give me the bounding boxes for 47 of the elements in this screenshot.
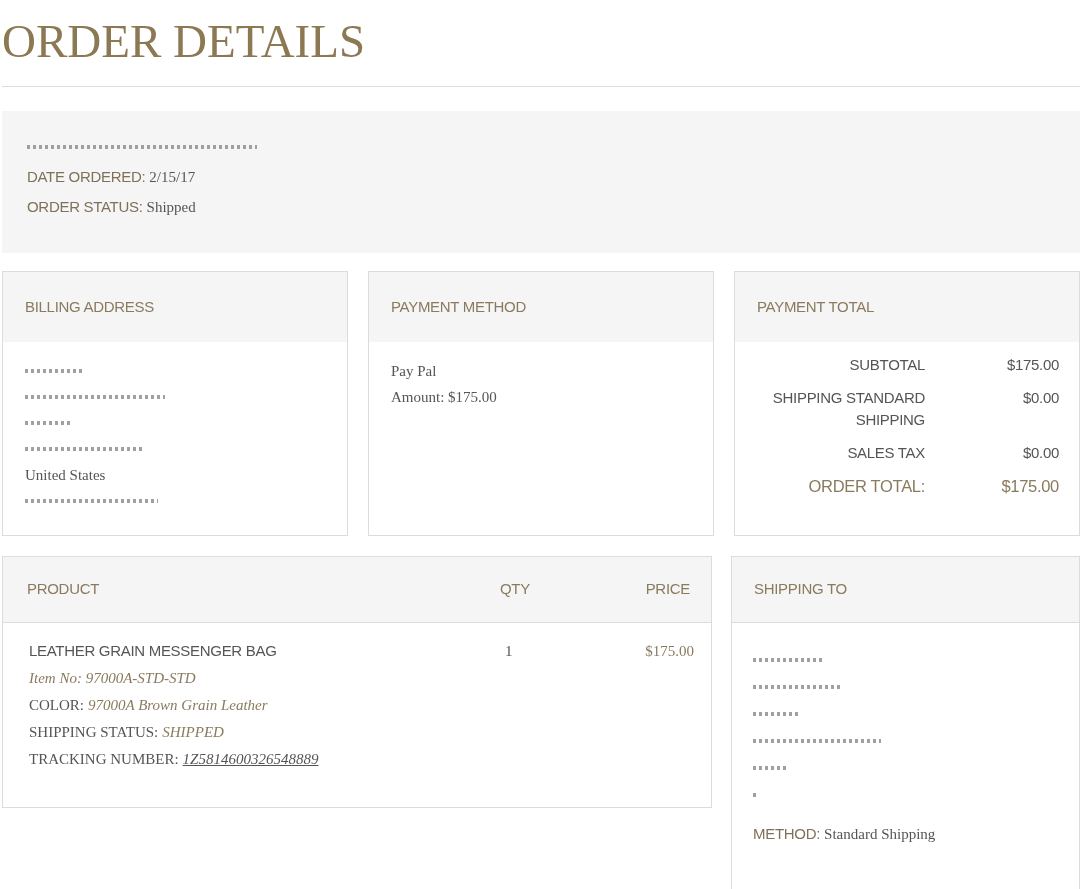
redaction-icon [753,657,823,662]
item-number: Item No: 97000A-STD-STD [29,669,196,689]
redaction-icon [25,421,70,425]
payment-line: Amount: $175.00 [391,387,497,407]
total-amount: $0.00 [1022,388,1059,408]
detail-value: 97000A Brown Grain Leather [88,696,268,716]
card-title: PAYMENT METHOD [391,296,526,317]
total-amount: $175.00 [1001,476,1059,497]
address-line: United States [25,465,106,485]
price: $175.00 [645,642,694,662]
field-value: 2/15/17 [149,168,196,187]
redaction-icon [753,684,843,689]
card-title: PAYMENT TOTAL [757,296,874,317]
product-name: LEATHER GRAIN MESSENGER BAG [29,641,277,662]
column-header: QTY [500,579,530,600]
redaction-icon [753,711,801,716]
detail-label: SHIPPING STATUS: [29,723,159,743]
detail-value: SHIPPED [162,723,224,743]
total-label: SUBTOTAL [849,355,925,375]
redaction-icon [27,145,257,149]
field-value: Shipped [146,198,196,217]
detail-label: TRACKING NUMBER: [29,750,179,770]
redaction-icon [25,395,165,399]
total-label: ORDER TOTAL: [808,476,925,497]
column-header: PRODUCT [27,579,100,600]
card-title: SHIPPING TO [754,579,847,600]
column-header: PRICE [645,579,690,600]
redaction-icon [25,499,158,503]
total-amount: $0.00 [1022,443,1059,463]
field-label: DATE ORDERED: [27,167,146,187]
quantity: 1 [505,642,513,662]
redaction-icon [753,765,786,770]
field-label: ORDER STATUS: [27,197,143,217]
tracking-link[interactable]: 1Z5814600326548889 [182,748,319,771]
redaction-icon [753,738,881,743]
detail-label: COLOR: [29,696,84,716]
field-label: METHOD: [753,824,821,845]
page-title: ORDER DETAILS [2,14,366,68]
total-label: SHIPPING STANDARD SHIPPING [771,388,925,430]
total-amount: $175.00 [1006,355,1059,375]
field-value: Standard Shipping [824,825,936,845]
redaction-icon [25,369,85,373]
total-label: SALES TAX [847,443,925,463]
payment-line: Pay Pal [391,361,437,381]
redaction-icon [25,447,142,451]
card-title: BILLING ADDRESS [25,296,154,317]
redaction-icon [753,792,759,797]
